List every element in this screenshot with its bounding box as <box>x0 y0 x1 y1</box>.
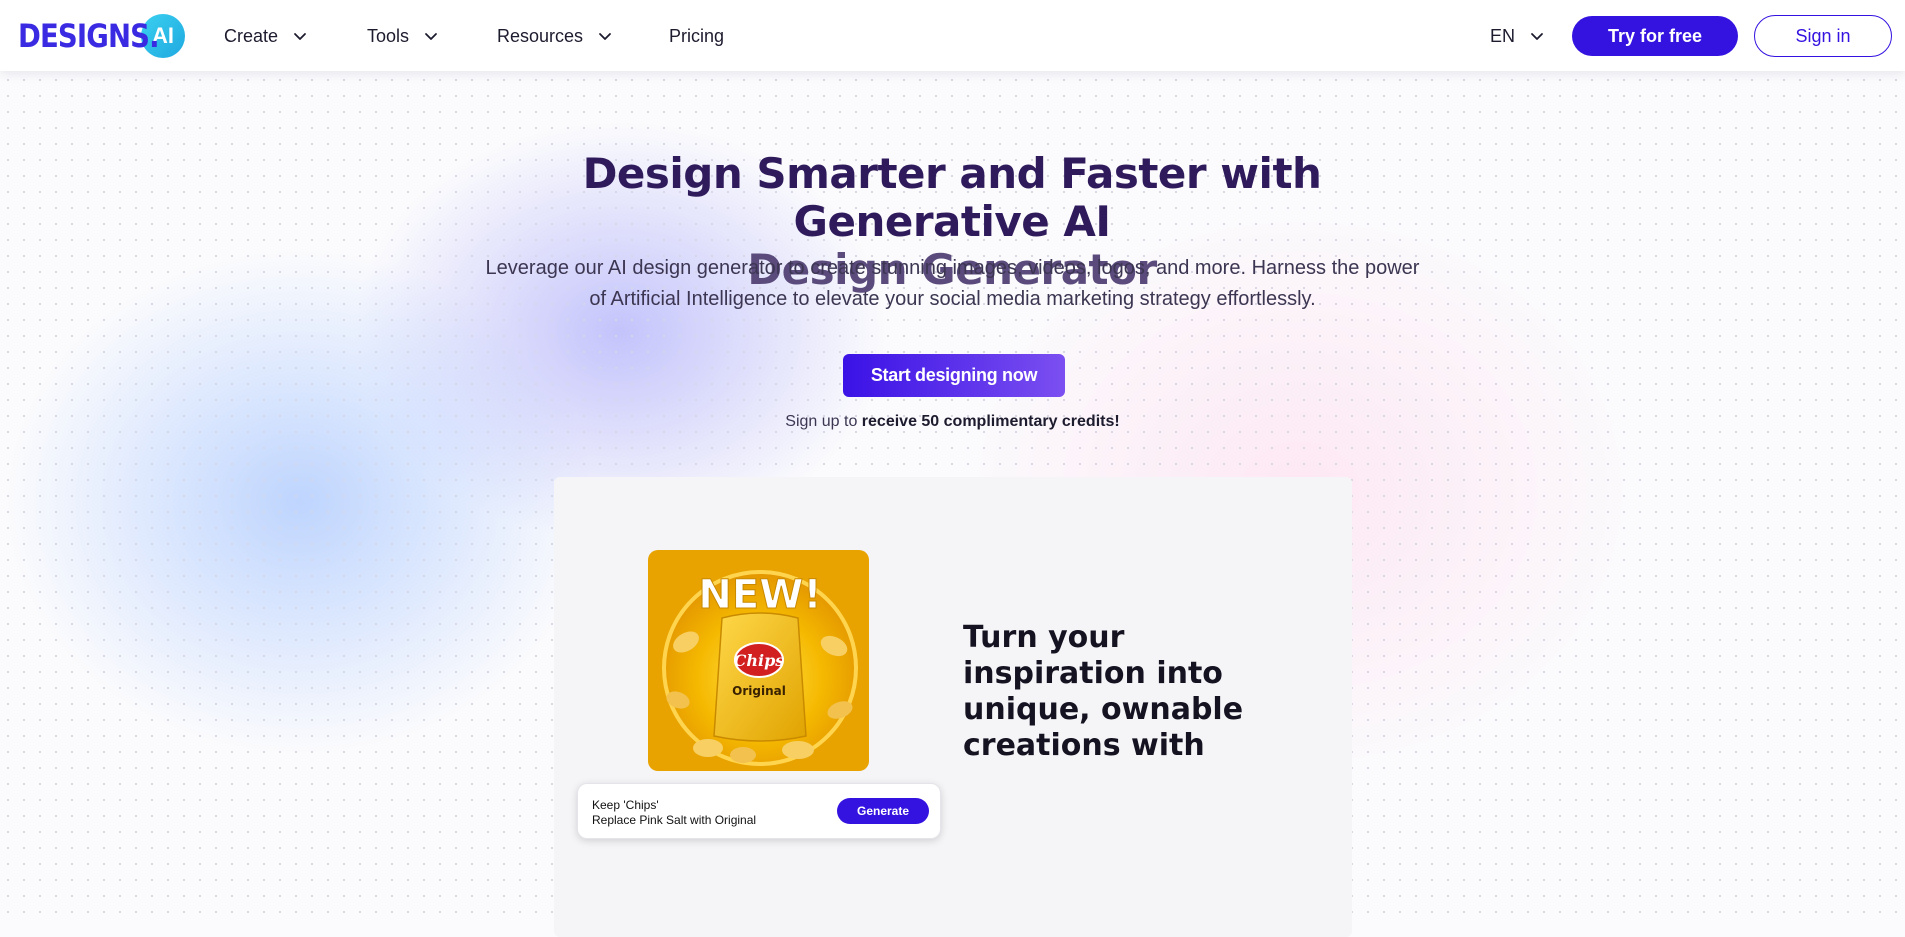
signup-note: Sign up to receive 50 complimentary cred… <box>640 413 1265 431</box>
nav-create-label: Create <box>224 25 279 46</box>
hero-subtitle-line2: of Artificial Intelligence to elevate yo… <box>589 288 1316 310</box>
chevron-down-icon <box>599 33 611 40</box>
nav-create[interactable]: Create <box>224 22 310 50</box>
prompt-line2: Replace Pink Salt with Original <box>592 813 757 827</box>
hero-title-line1: Design Smarter and Faster with Generativ… <box>582 149 1322 246</box>
signup-note-prefix: Sign up to <box>785 413 862 430</box>
prompt-box[interactable]: Keep 'Chips' Replace Pink Salt with Orig… <box>577 783 941 839</box>
nav-resources[interactable]: Resources <box>497 22 615 50</box>
signup-note-credits: receive 50 complimentary credits! <box>861 413 1120 430</box>
hero-subtitle: Leverage our AI design generator to crea… <box>470 253 1435 315</box>
chips-flavor-text: Original <box>732 684 786 698</box>
nav-pricing-label: Pricing <box>669 25 725 46</box>
nav-tools-label: Tools <box>367 25 410 46</box>
hero-subtitle-line1: Leverage our AI design generator to crea… <box>485 257 1420 279</box>
language-selector[interactable]: EN <box>1490 22 1547 50</box>
start-designing-button[interactable]: Start designing now <box>843 354 1065 397</box>
chips-brand-text: Chips <box>734 651 785 670</box>
nav-resources-label: Resources <box>497 25 584 46</box>
chevron-down-icon <box>1531 33 1543 40</box>
prompt-line1: Keep 'Chips' <box>592 798 659 812</box>
chips-illustration: Chips Original NEW! <box>648 550 869 771</box>
demo-card: Chips Original NEW! Keep 'Chips' Replace… <box>554 477 1352 937</box>
chevron-down-icon <box>425 33 437 40</box>
generate-button[interactable]: Generate <box>837 798 929 824</box>
prompt-text: Keep 'Chips' Replace Pink Salt with Orig… <box>592 798 756 828</box>
top-navbar: DESIGNS. AI Create Tools Resources Prici… <box>0 0 1905 71</box>
nav-tools[interactable]: Tools <box>367 22 441 50</box>
sign-in-button[interactable]: Sign in <box>1754 15 1892 57</box>
try-for-free-button[interactable]: Try for free <box>1572 16 1738 56</box>
nav-pricing[interactable]: Pricing <box>669 22 724 50</box>
logo-text: DESIGNS. <box>18 17 160 55</box>
demo-tagline: Turn your inspiration into unique, ownab… <box>963 620 1244 763</box>
chips-product-image: Chips Original NEW! <box>648 550 869 771</box>
language-label: EN <box>1490 25 1516 46</box>
new-badge-text: NEW! <box>698 572 821 618</box>
logo[interactable]: DESIGNS. AI <box>18 14 185 58</box>
chevron-down-icon <box>294 33 306 40</box>
